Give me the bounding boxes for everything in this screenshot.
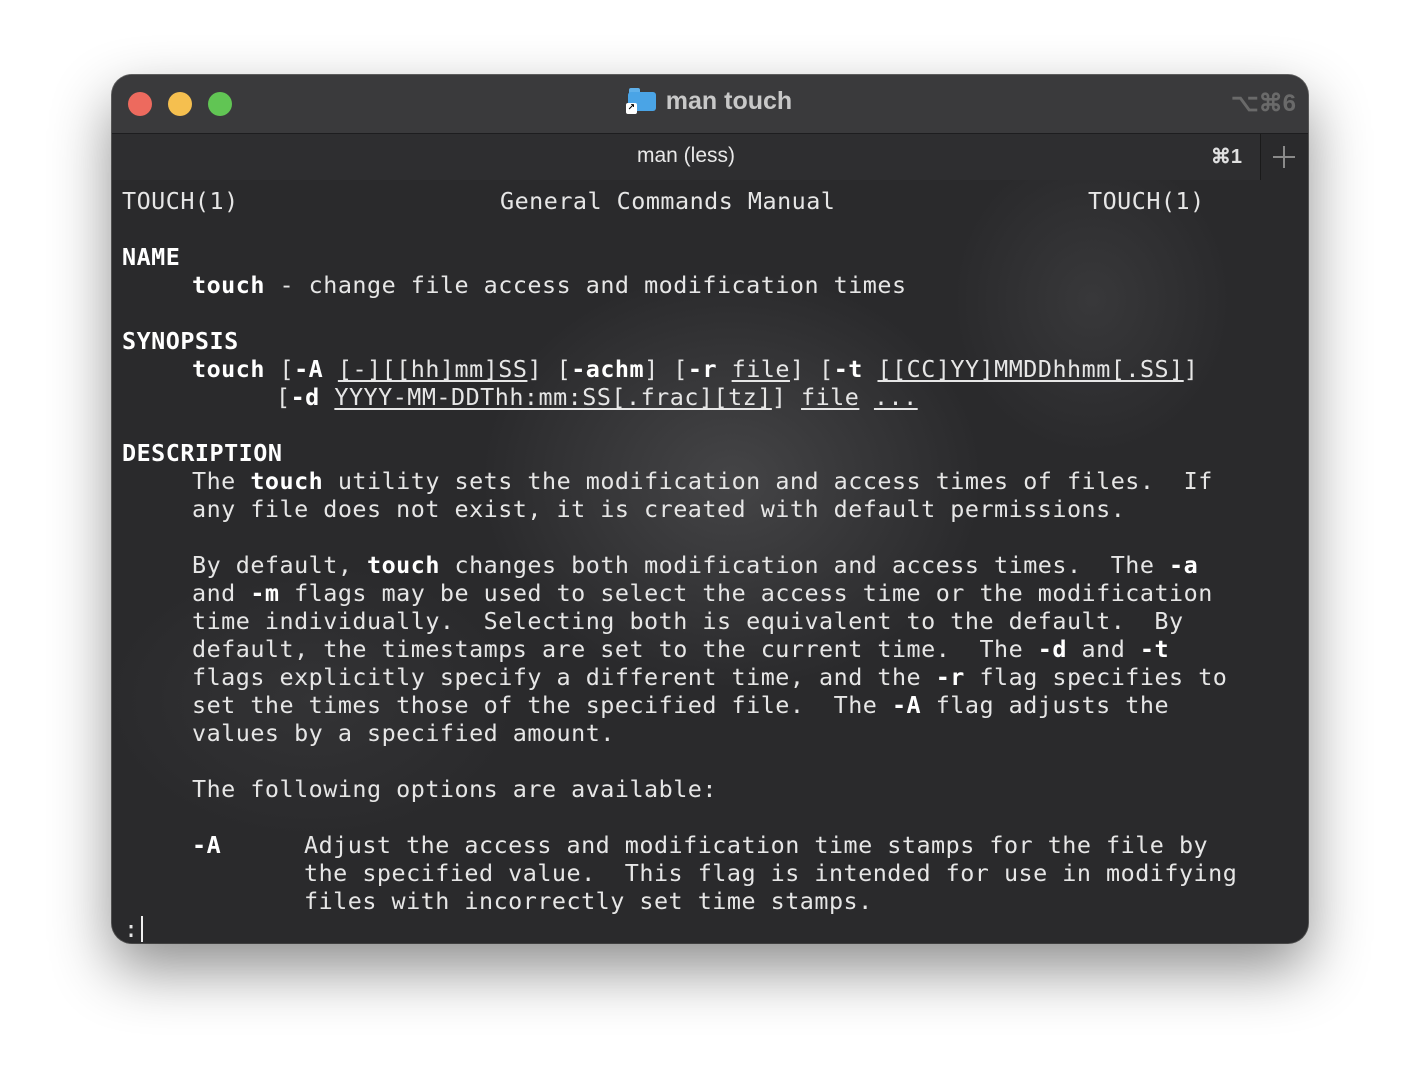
text: and	[1066, 635, 1140, 663]
text: flags explicitly specify a different tim…	[192, 663, 936, 691]
text: and	[192, 579, 251, 607]
man-header-center: General Commands Manual	[500, 187, 836, 215]
desc-p2-line-3: time individually. Selecting both is equ…	[192, 607, 1184, 635]
title-bar[interactable]: ↗ man touch ⌥⌘6	[112, 75, 1308, 133]
new-tab-button[interactable]	[1260, 134, 1308, 180]
arg-t: [[CC]YY]MMDDhhmm[.SS]	[877, 355, 1184, 383]
desc-p2-line-4: default, the timestamps are set to the c…	[192, 635, 1169, 663]
name-cmd: touch	[192, 271, 265, 299]
desc-p2-line-6: set the times those of the specified fil…	[192, 691, 1169, 719]
section-heading-synopsis: SYNOPSIS	[122, 327, 239, 355]
option-A-line-2: the specified value. This flag is intend…	[304, 859, 1238, 887]
desc-p2-line-1: By default, touch changes both modificat…	[192, 551, 1198, 579]
options-intro: The following options are available:	[192, 775, 717, 803]
text-cursor	[140, 916, 143, 942]
flag-t: -t	[833, 355, 863, 383]
synopsis-line-2: [-d YYYY-MM-DDThh:mm:SS[.frac][tz]] file…	[276, 383, 918, 411]
flag-achm: -achm	[571, 355, 645, 383]
option-A-line-3: files with incorrectly set time stamps.	[304, 887, 873, 915]
tab-bar: man (less) ⌘1	[112, 133, 1308, 181]
prompt-char: :	[124, 915, 139, 943]
name-desc: - change file access and modification ti…	[264, 271, 907, 299]
text: By default,	[192, 551, 367, 579]
desc-p2-line-5: flags explicitly specify a different tim…	[192, 663, 1227, 691]
arg-A: [-][[hh]mm]SS	[337, 355, 528, 383]
text: utility sets the modification and access…	[323, 467, 1213, 495]
flag-ref: -A	[891, 691, 922, 719]
tab-man-less[interactable]: man (less)	[112, 144, 1260, 168]
flag-ref: -a	[1169, 551, 1199, 579]
bracket: ] [	[789, 355, 834, 383]
flag-A: -A	[294, 355, 324, 383]
man-header-left: TOUCH(1)	[122, 187, 239, 215]
bracket: [	[276, 383, 291, 411]
option-A-flag: -A	[192, 831, 222, 859]
flag-ref: -r	[935, 663, 965, 691]
tab-shortcut: ⌘1	[1210, 146, 1242, 168]
arg-ellipsis: ...	[873, 383, 918, 411]
synopsis-line-1: touch [-A [-][[hh]mm]SS] [-achm] [-r fil…	[192, 355, 1198, 383]
flag-ref: -t	[1139, 635, 1170, 663]
bracket: ] [	[527, 355, 572, 383]
window-title: ↗ man touch	[112, 87, 1308, 116]
bracket: ] [	[644, 355, 688, 383]
man-header-right: TOUCH(1)	[1088, 187, 1205, 215]
section-heading-description: DESCRIPTION	[122, 439, 283, 467]
text: flags may be used to select the access t…	[279, 579, 1213, 607]
folder-icon: ↗	[625, 88, 656, 114]
arg-r: file	[731, 355, 790, 383]
desc-p2-line-7: values by a specified amount.	[192, 719, 615, 747]
desc-p2-line-2: and -m flags may be used to select the a…	[192, 579, 1213, 607]
name-line: touch - change file access and modificat…	[192, 271, 907, 299]
text: set the times those of the specified fil…	[192, 691, 892, 719]
text: The	[192, 467, 251, 495]
window-title-text: man touch	[665, 87, 793, 115]
less-prompt[interactable]: :	[124, 915, 143, 943]
window-shortcut: ⌥⌘6	[1230, 90, 1296, 117]
text: default, the timestamps are set to the c…	[192, 635, 1038, 663]
arg-d: YYYY-MM-DDThh:mm:SS[.frac][tz]	[334, 383, 772, 411]
bracket: [	[264, 355, 295, 383]
desc-line-2: any file does not exist, it is created w…	[192, 495, 1126, 523]
bracket: ]	[1183, 355, 1199, 383]
cmd-ref: touch	[250, 467, 324, 495]
flag-ref: -d	[1037, 635, 1067, 663]
section-heading-name: NAME	[122, 243, 181, 271]
arg-file: file	[801, 383, 860, 411]
terminal-content[interactable]: TOUCH(1) General Commands Manual TOUCH(1…	[112, 180, 1308, 943]
desc-line-1: The touch utility sets the modification …	[192, 467, 1213, 495]
cmd-ref: touch	[367, 551, 440, 579]
bracket: ]	[771, 383, 802, 411]
text: flag adjusts the	[921, 691, 1170, 719]
flag-r: -r	[687, 355, 718, 383]
flag-ref: -m	[250, 579, 280, 607]
option-A-line-1: Adjust the access and modification time …	[304, 831, 1209, 859]
synopsis-cmd: touch	[192, 355, 265, 383]
text: changes both modification and access tim…	[439, 551, 1170, 579]
flag-d: -d	[290, 383, 320, 411]
text: flag specifies to	[964, 663, 1228, 691]
terminal-window: ↗ man touch ⌥⌘6 man (less) ⌘1 TOUCH(1) Ge…	[112, 75, 1308, 943]
